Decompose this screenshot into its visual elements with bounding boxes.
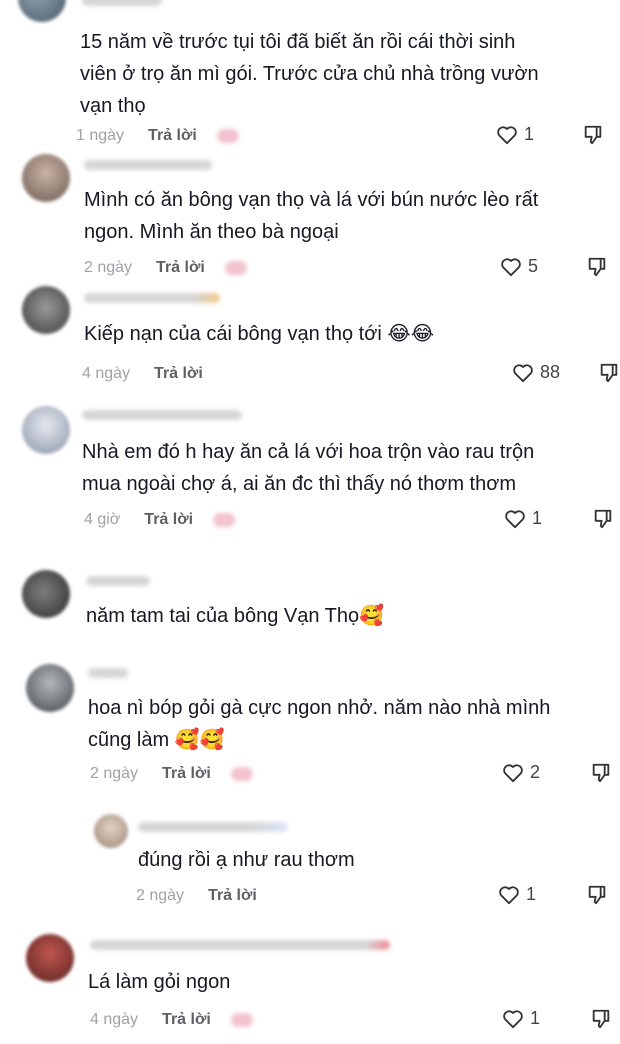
- reply-button[interactable]: Trả lời: [162, 765, 211, 783]
- heart-outline-icon: [503, 1009, 523, 1028]
- username-blurred: [84, 293, 220, 303]
- heart-outline-icon: [505, 509, 525, 528]
- like-button[interactable]: 1: [498, 884, 536, 905]
- thumb-down-icon: [594, 509, 612, 529]
- avatar[interactable]: [26, 664, 74, 712]
- thumb-down-icon: [600, 363, 618, 383]
- like-count: 1: [532, 508, 543, 528]
- comment-time: 2 ngày: [136, 887, 185, 904]
- comment-text: hoa nì bóp gỏi gà cực ngon nhở. năm nào …: [88, 697, 551, 751]
- like-button[interactable]: 1: [504, 508, 542, 529]
- comment-time: 1 ngày: [76, 127, 125, 144]
- comment-time: 4 giờ: [84, 511, 121, 528]
- like-count: 5: [528, 256, 539, 276]
- thumb-down-icon: [592, 763, 610, 783]
- heart-outline-icon: [513, 363, 533, 382]
- like-count: 1: [524, 124, 535, 144]
- dislike-button[interactable]: [590, 1008, 612, 1030]
- reply-button[interactable]: Trả lời: [162, 1011, 211, 1029]
- comment-text: Kiếp nạn của cái bông vạn thọ tới 😂😂: [84, 323, 435, 345]
- comment-text: Lá làm gỏi ngon: [88, 971, 231, 993]
- avatar[interactable]: [22, 570, 70, 618]
- username-blurred: [90, 940, 390, 950]
- username-blurred: [138, 822, 288, 832]
- like-count: 1: [526, 884, 537, 904]
- thumb-down-icon: [588, 885, 606, 905]
- like-button[interactable]: 88: [512, 362, 560, 383]
- username-blurred: [84, 160, 212, 170]
- thumb-down-icon: [592, 1009, 610, 1029]
- like-count: 88: [540, 362, 561, 382]
- reply-button[interactable]: Trả lời: [154, 365, 203, 383]
- comment-text: đúng rồi ạ như rau thơm: [138, 849, 355, 871]
- like-count: 1: [530, 1008, 541, 1028]
- comment-meta: 4 ngày Trả lời: [90, 1007, 253, 1033]
- creator-like-badge: [224, 261, 247, 275]
- reply-button[interactable]: Trả lời: [156, 259, 205, 277]
- creator-like-badge: [213, 513, 236, 527]
- comment-text: 15 năm về trước tụi tôi đã biết ăn rồi c…: [80, 31, 539, 117]
- username-blurred: [86, 576, 150, 586]
- comment-text: Mình có ăn bông vạn thọ và lá với bún nư…: [84, 189, 539, 243]
- like-button[interactable]: 1: [496, 124, 534, 145]
- dislike-button[interactable]: [592, 508, 614, 530]
- avatar[interactable]: [94, 814, 128, 848]
- avatar[interactable]: [22, 406, 70, 454]
- dislike-button[interactable]: [586, 256, 608, 278]
- like-button[interactable]: 2: [502, 762, 540, 783]
- avatar[interactable]: [22, 286, 70, 334]
- reply-button[interactable]: Trả lời: [148, 127, 197, 145]
- avatar[interactable]: [26, 934, 74, 982]
- creator-like-badge: [216, 129, 239, 143]
- comment-meta: 1 ngày Trả lời: [76, 123, 239, 149]
- like-button[interactable]: 5: [500, 256, 538, 277]
- comment-time: 4 ngày: [90, 1011, 139, 1028]
- dislike-button[interactable]: [590, 762, 612, 784]
- comment-meta: 2 ngày Trả lời: [136, 883, 257, 909]
- username-blurred: [88, 668, 128, 678]
- like-button[interactable]: 1: [502, 1008, 540, 1029]
- comment-time: 2 ngày: [90, 765, 139, 782]
- reply-button[interactable]: Trả lời: [208, 887, 257, 905]
- creator-like-badge: [230, 1013, 253, 1027]
- avatar[interactable]: [18, 0, 66, 22]
- username-blurred: [82, 410, 242, 420]
- comment-meta: 4 ngày Trả lời: [82, 361, 203, 387]
- thumb-down-icon: [584, 125, 602, 145]
- comment-time: 2 ngày: [84, 259, 133, 276]
- comment-time: 4 ngày: [82, 365, 131, 382]
- thumb-down-icon: [588, 257, 606, 277]
- dislike-button[interactable]: [586, 884, 608, 906]
- dislike-button[interactable]: [598, 362, 620, 384]
- avatar[interactable]: [22, 154, 70, 202]
- heart-outline-icon: [503, 763, 523, 782]
- heart-outline-icon: [501, 257, 521, 276]
- heart-outline-icon: [499, 885, 519, 904]
- comment-text: Nhà em đó h hay ăn cả lá với hoa trộn và…: [82, 441, 535, 495]
- username-blurred: [82, 0, 162, 6]
- like-count: 2: [530, 762, 541, 782]
- comment-meta: 2 ngày Trả lời: [84, 255, 247, 281]
- creator-like-badge: [230, 767, 253, 781]
- reply-button[interactable]: Trả lời: [144, 511, 193, 529]
- dislike-button[interactable]: [582, 124, 604, 146]
- comment-text: năm tam tai của bông Vạn Thọ🥰: [86, 605, 385, 627]
- comment-meta: 4 giờ Trả lời: [84, 507, 236, 533]
- heart-outline-icon: [497, 125, 517, 144]
- comment-meta: 2 ngày Trả lời: [90, 761, 253, 787]
